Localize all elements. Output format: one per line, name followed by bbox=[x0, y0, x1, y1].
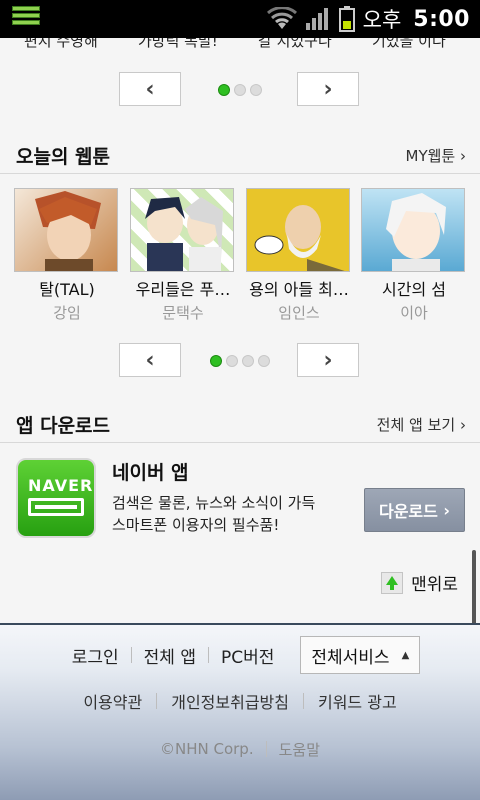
cut-caption[interactable]: 편지 수영해 bbox=[24, 38, 98, 51]
page-content: 편지 수영해 가방릭 폭발! 갈 지었구나 기었을 이다 ‹ › 오늘의 웹툰 … bbox=[0, 38, 480, 800]
webtoon-item[interactable]: 시간의 섬 이아 bbox=[361, 188, 467, 323]
cut-caption[interactable]: 갈 지었구나 bbox=[258, 38, 332, 51]
battery-icon bbox=[338, 6, 355, 32]
all-services-dropdown[interactable]: 전체서비스 ▲ bbox=[300, 636, 421, 674]
page-dot bbox=[226, 355, 238, 367]
arrow-up-icon bbox=[381, 571, 404, 594]
next-button[interactable]: › bbox=[297, 72, 359, 106]
footer: 로그인 전체 앱 PC버전 전체서비스 ▲ 이용약관 개인정보취급방침 키워드 … bbox=[0, 623, 480, 800]
keyword-ad-link[interactable]: 키워드 광고 bbox=[304, 689, 411, 713]
status-time: 5:00 bbox=[413, 6, 470, 32]
naver-app-card: NAVER 네이버 앱 검색은 물론, 뉴스와 소식이 가득 스마트폰 이용자의… bbox=[0, 458, 480, 568]
webtoon-author: 문택수 bbox=[162, 304, 204, 322]
next-button[interactable]: › bbox=[297, 343, 359, 377]
webtoon-item[interactable]: 우리들은 푸… 문택수 bbox=[130, 188, 236, 323]
page-dot-active bbox=[218, 84, 230, 96]
webtoon-pager: ‹ › bbox=[0, 343, 480, 379]
webtoon-thumbnail bbox=[14, 188, 118, 272]
section-title: 앱 다운로드 bbox=[16, 415, 111, 437]
webtoon-title: 우리들은 푸… bbox=[135, 280, 231, 299]
page-indicator bbox=[218, 84, 262, 96]
page-dot-active bbox=[210, 355, 222, 367]
all-apps-link[interactable]: 전체 앱 보기 › bbox=[377, 414, 466, 435]
app-description: 검색은 물론, 뉴스와 소식이 가득 스마트폰 이용자의 필수품! bbox=[112, 494, 316, 534]
webtoon-author: 강임 bbox=[53, 304, 81, 322]
status-ampm: 오후 bbox=[362, 8, 402, 32]
app-name[interactable]: 네이버 앱 bbox=[112, 458, 189, 485]
pc-version-link[interactable]: PC버전 bbox=[209, 643, 286, 668]
webtoon-thumbnail bbox=[246, 188, 350, 272]
page-dot bbox=[242, 355, 254, 367]
top-carousel-pager: ‹ › bbox=[0, 72, 480, 108]
cut-caption[interactable]: 기었을 이다 bbox=[372, 38, 446, 51]
webtoon-title: 용의 아들 최… bbox=[249, 280, 349, 299]
privacy-link[interactable]: 개인정보취급방침 bbox=[157, 689, 303, 713]
copyright: ©NHN Corp. bbox=[159, 740, 254, 758]
webtoon-author: 임인스 bbox=[278, 304, 320, 322]
caret-up-icon: ▲ bbox=[401, 649, 410, 661]
my-webtoon-link[interactable]: MY웹툰 › bbox=[406, 145, 467, 166]
status-bar: 오후 5:00 bbox=[0, 0, 480, 38]
section-title: 오늘의 웹툰 bbox=[16, 146, 111, 168]
naver-app-icon[interactable]: NAVER bbox=[16, 458, 96, 538]
help-link[interactable]: 도움말 bbox=[267, 739, 332, 760]
webtoon-item[interactable]: 탈(TAL) 강임 bbox=[14, 188, 120, 323]
webtoon-item[interactable]: 용의 아들 최… 임인스 bbox=[246, 188, 352, 323]
app-section-header: 앱 다운로드 전체 앱 보기 › bbox=[0, 403, 480, 443]
terms-link[interactable]: 이용약관 bbox=[69, 689, 156, 713]
footer-policy-row: 이용약관 개인정보취급방침 키워드 광고 bbox=[0, 689, 480, 713]
prev-button[interactable]: ‹ bbox=[119, 343, 181, 377]
webtoon-thumbnail bbox=[361, 188, 465, 272]
webtoon-section-header: 오늘의 웹툰 MY웹툰 › bbox=[0, 134, 480, 174]
webtoon-title: 시간의 섬 bbox=[382, 280, 446, 299]
back-to-top-button[interactable]: 맨위로 bbox=[381, 570, 458, 595]
login-link[interactable]: 로그인 bbox=[60, 643, 131, 668]
page-indicator bbox=[210, 355, 270, 367]
footer-nav-row: 로그인 전체 앱 PC버전 전체서비스 ▲ bbox=[0, 635, 480, 675]
footer-copyright-row: ©NHN Corp. 도움말 bbox=[0, 737, 480, 761]
webtoon-author: 이아 bbox=[400, 304, 428, 322]
page-dot bbox=[234, 84, 246, 96]
page-dot bbox=[250, 84, 262, 96]
app-notification-icon bbox=[12, 6, 40, 32]
prev-button[interactable]: ‹ bbox=[119, 72, 181, 106]
download-button[interactable]: 다운로드 › bbox=[364, 488, 465, 532]
webtoon-list: 탈(TAL) 강임 우리들은 푸… 문택수 용의 아들 최… 임인스 시간의 섬… bbox=[0, 188, 480, 328]
webtoon-title: 탈(TAL) bbox=[39, 280, 95, 299]
previous-carousel-captions: 편지 수영해 가방릭 폭발! 갈 지었구나 기었을 이다 bbox=[0, 38, 480, 50]
signal-icon bbox=[305, 8, 328, 30]
all-apps-footer-link[interactable]: 전체 앱 bbox=[132, 643, 208, 668]
cut-caption[interactable]: 가방릭 폭발! bbox=[138, 38, 218, 51]
webtoon-thumbnail bbox=[130, 188, 234, 272]
page-dot bbox=[258, 355, 270, 367]
back-to-top-label: 맨위로 bbox=[411, 575, 458, 595]
wifi-icon bbox=[266, 7, 297, 29]
